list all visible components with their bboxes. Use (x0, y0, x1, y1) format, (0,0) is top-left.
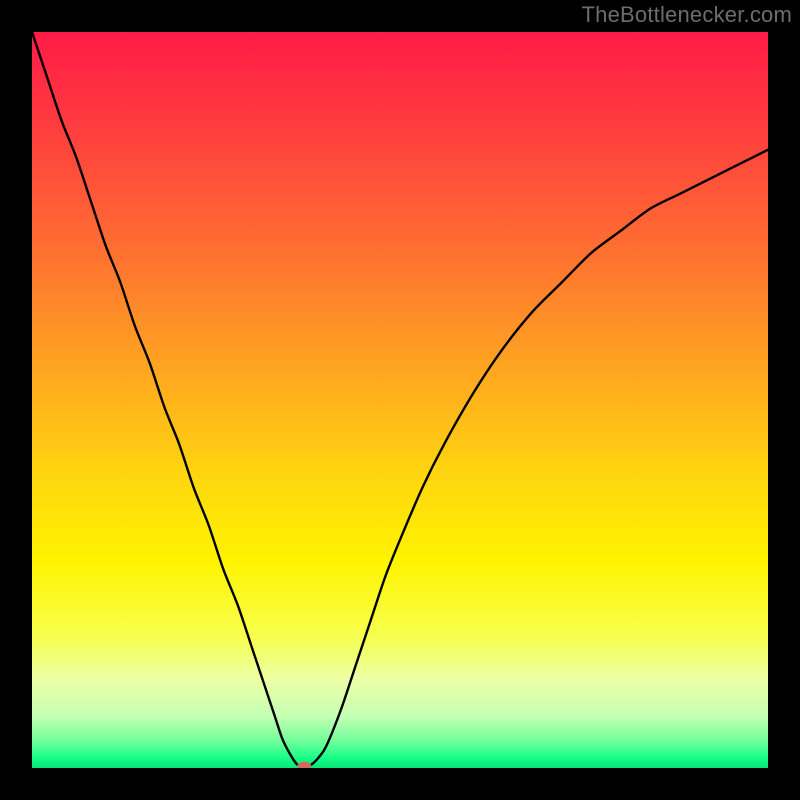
attribution-text: TheBottlenecker.com (582, 2, 792, 28)
bottleneck-chart (32, 32, 768, 768)
chart-frame (32, 32, 768, 768)
chart-background (32, 32, 768, 768)
